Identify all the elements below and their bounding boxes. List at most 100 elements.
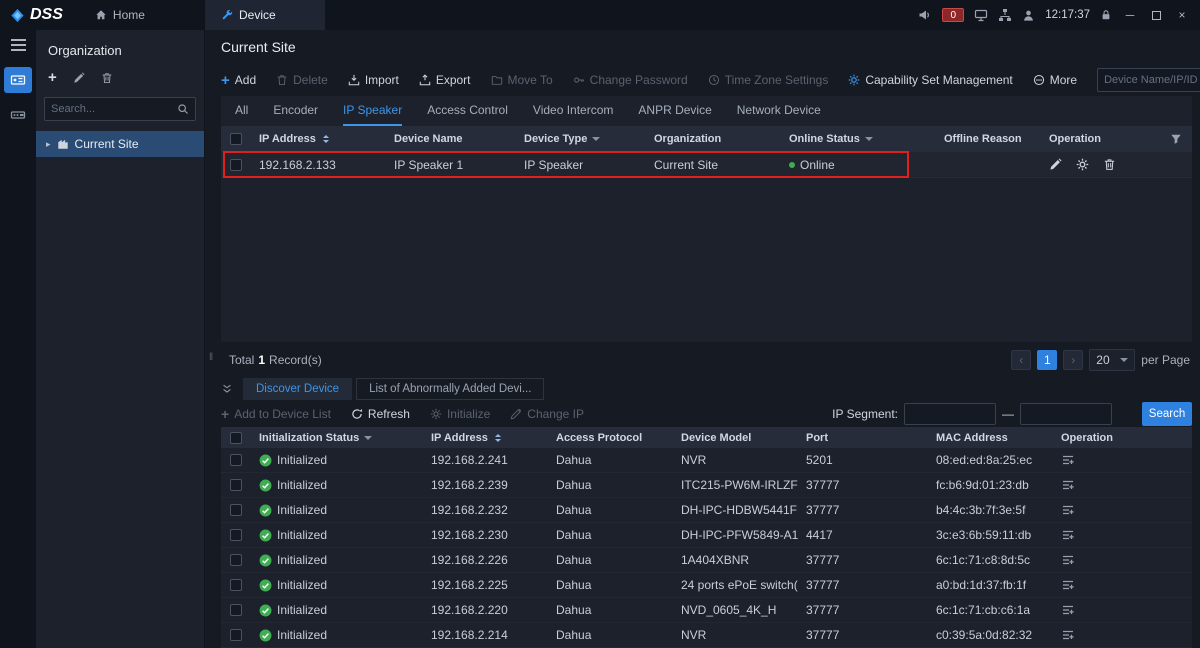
- row-checkbox[interactable]: [230, 454, 242, 466]
- initialized-check-icon: [259, 554, 272, 567]
- row-checkbox[interactable]: [230, 479, 242, 491]
- refresh-button[interactable]: Refresh: [351, 407, 410, 421]
- delete-button[interactable]: Delete: [276, 73, 328, 87]
- panel-resize-handle[interactable]: ‖: [209, 352, 213, 363]
- discover-table-row[interactable]: Initialized192.168.2.241DahuaNVR520108:e…: [221, 448, 1192, 473]
- dropdown-caret-icon[interactable]: [364, 436, 372, 444]
- add-to-list-icon[interactable]: [1061, 553, 1075, 567]
- row-checkbox[interactable]: [230, 629, 242, 641]
- delete-icon[interactable]: [1103, 158, 1116, 171]
- add-to-list-icon[interactable]: [1061, 503, 1075, 517]
- total-suffix: Record(s): [269, 353, 322, 367]
- close-button[interactable]: ×: [1174, 8, 1190, 22]
- org-edit-icon[interactable]: [73, 72, 85, 84]
- lock-icon[interactable]: [1100, 9, 1112, 21]
- nav-device-item[interactable]: [4, 67, 32, 93]
- discover-table-row[interactable]: Initialized192.168.2.214DahuaNVR37777c0:…: [221, 623, 1192, 648]
- row-checkbox[interactable]: [230, 554, 242, 566]
- monitor-icon[interactable]: [974, 8, 988, 22]
- add-to-list-icon[interactable]: [1061, 453, 1075, 467]
- add-to-list-icon[interactable]: [1061, 528, 1075, 542]
- row-checkbox[interactable]: [230, 579, 242, 591]
- alarm-count-badge[interactable]: 0: [942, 8, 964, 22]
- cell-init-status: Initialized: [251, 503, 423, 517]
- discover-table-row[interactable]: Initialized192.168.2.220DahuaNVD_0605_4K…: [221, 598, 1192, 623]
- sort-icon[interactable]: [323, 132, 329, 146]
- ip-segment-end-input[interactable]: [1020, 403, 1112, 425]
- time-zone-settings-button[interactable]: Time Zone Settings: [708, 73, 829, 87]
- add-to-list-icon[interactable]: [1061, 603, 1075, 617]
- sort-icon[interactable]: [495, 431, 501, 445]
- tab-anpr-device[interactable]: ANPR Device: [638, 96, 711, 126]
- dropdown-caret-icon[interactable]: [592, 137, 600, 145]
- dropdown-caret-icon[interactable]: [865, 137, 873, 145]
- add-button[interactable]: + Add: [221, 73, 256, 88]
- more-button[interactable]: More: [1033, 73, 1077, 87]
- select-all-checkbox[interactable]: [230, 432, 242, 444]
- tab-network-device[interactable]: Network Device: [737, 96, 821, 126]
- device-search-input[interactable]: [1104, 74, 1200, 86]
- row-checkbox[interactable]: [230, 529, 242, 541]
- add-to-device-list-button[interactable]: + Add to Device List: [221, 407, 331, 421]
- export-button[interactable]: Export: [419, 73, 471, 87]
- org-delete-icon[interactable]: [101, 72, 113, 84]
- tree-item-current-site[interactable]: ▸ Current Site: [36, 131, 204, 157]
- maximize-button[interactable]: [1148, 11, 1164, 20]
- discover-table-row[interactable]: Initialized192.168.2.225Dahua24 ports eP…: [221, 573, 1192, 598]
- tab-home[interactable]: Home: [79, 0, 161, 30]
- tab-ip-speaker[interactable]: IP Speaker: [343, 96, 402, 126]
- user-icon[interactable]: [1022, 9, 1035, 22]
- prev-page-button[interactable]: ‹: [1011, 350, 1031, 370]
- col-device-type[interactable]: Device Type: [516, 133, 646, 145]
- filter-icon[interactable]: [1170, 133, 1192, 145]
- tab-discover-device[interactable]: Discover Device: [243, 378, 352, 400]
- collapse-chevron-icon[interactable]: [221, 383, 233, 395]
- edit-icon[interactable]: [1049, 158, 1062, 171]
- org-add-icon[interactable]: +: [48, 70, 57, 85]
- col-ip-address[interactable]: IP Address: [423, 431, 548, 445]
- discover-search-button[interactable]: Search: [1142, 402, 1192, 426]
- tab-video-intercom[interactable]: Video Intercom: [533, 96, 614, 126]
- row-checkbox[interactable]: [230, 159, 242, 171]
- org-search-input[interactable]: [51, 103, 173, 115]
- next-page-button[interactable]: ›: [1063, 350, 1083, 370]
- topology-icon[interactable]: [998, 8, 1012, 22]
- device-config-icon[interactable]: [1076, 158, 1089, 171]
- discover-table-row[interactable]: Initialized192.168.2.226Dahua1A404XBNR37…: [221, 548, 1192, 573]
- change-password-button[interactable]: Change Password: [573, 73, 688, 87]
- discover-table-row[interactable]: Initialized192.168.2.239DahuaITC215-PW6M…: [221, 473, 1192, 498]
- cell-operation: [1053, 478, 1192, 492]
- search-icon[interactable]: [177, 103, 189, 115]
- tree-expand-caret-icon[interactable]: ▸: [46, 139, 51, 150]
- nav-nvr-item[interactable]: [4, 102, 32, 128]
- row-checkbox[interactable]: [230, 504, 242, 516]
- tab-device[interactable]: Device: [205, 0, 325, 30]
- ip-segment-start-input[interactable]: [904, 403, 996, 425]
- device-table-body: 192.168.2.133IP Speaker 1IP SpeakerCurre…: [221, 152, 1192, 178]
- page-1-button[interactable]: 1: [1037, 350, 1057, 370]
- alarm-speaker-icon[interactable]: [918, 8, 932, 22]
- col-initialization-status[interactable]: Initialization Status: [251, 432, 423, 444]
- discover-table-row[interactable]: Initialized192.168.2.230DahuaDH-IPC-PFW5…: [221, 523, 1192, 548]
- add-to-list-icon[interactable]: [1061, 628, 1075, 642]
- discover-table-row[interactable]: Initialized192.168.2.232DahuaDH-IPC-HDBW…: [221, 498, 1192, 523]
- per-page-select[interactable]: 20: [1089, 349, 1135, 371]
- select-all-checkbox[interactable]: [230, 133, 242, 145]
- add-to-list-icon[interactable]: [1061, 578, 1075, 592]
- col-online-status[interactable]: Online Status: [781, 133, 936, 145]
- menu-hamburger-icon[interactable]: [11, 39, 26, 51]
- row-checkbox[interactable]: [230, 604, 242, 616]
- add-to-list-icon[interactable]: [1061, 478, 1075, 492]
- import-button[interactable]: Import: [348, 73, 399, 87]
- minimize-button[interactable]: ─: [1122, 8, 1138, 22]
- capability-set-management-button[interactable]: Capability Set Management: [848, 73, 1012, 87]
- tab-access-control[interactable]: Access Control: [427, 96, 508, 126]
- move-to-button[interactable]: Move To: [491, 73, 553, 87]
- initialize-button[interactable]: Initialize: [430, 407, 490, 421]
- tab-all[interactable]: All: [235, 96, 248, 126]
- col-ip-address[interactable]: IP Address: [251, 132, 386, 146]
- device-table-row[interactable]: 192.168.2.133IP Speaker 1IP SpeakerCurre…: [221, 152, 1192, 178]
- tab-encoder[interactable]: Encoder: [273, 96, 318, 126]
- tab-abnormally-added-devices[interactable]: List of Abnormally Added Devi...: [356, 378, 544, 400]
- change-ip-button[interactable]: Change IP: [510, 407, 584, 421]
